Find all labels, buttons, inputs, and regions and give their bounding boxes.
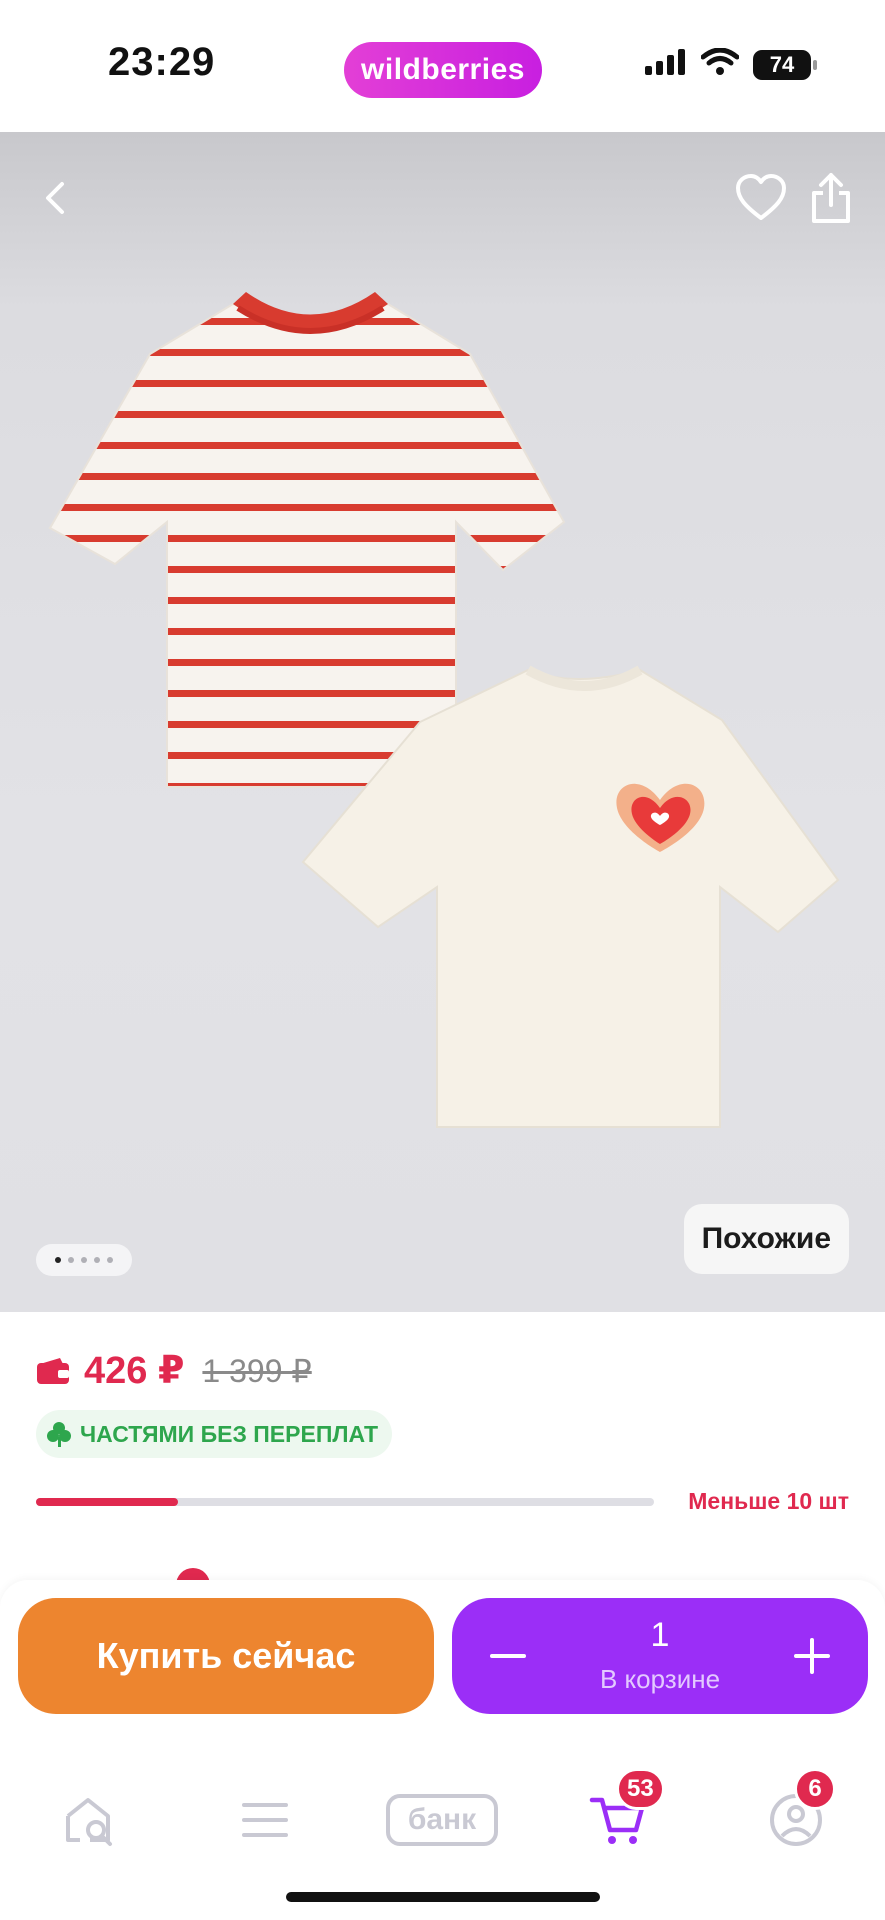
tab-home[interactable] (38, 1770, 138, 1870)
battery-icon: 74 (753, 49, 817, 80)
pagination-dot (81, 1257, 87, 1263)
tab-bank[interactable]: банк (383, 1770, 501, 1870)
product-gallery[interactable]: Похожие (0, 132, 885, 1312)
buy-now-button[interactable]: Купить сейчас (18, 1598, 434, 1714)
home-indicator (286, 1892, 600, 1902)
tab-profile[interactable]: 6 (746, 1768, 846, 1870)
share-button[interactable] (801, 168, 861, 228)
share-icon (812, 173, 850, 223)
price-row: 426 ₽ 1 399 ₽ (36, 1348, 312, 1393)
status-bar: 23:29 wildberries 74 (0, 0, 885, 132)
tab-cart[interactable]: 53 (568, 1768, 668, 1870)
clover-icon (47, 1422, 71, 1447)
profile-notification-badge: 6 (794, 1768, 836, 1810)
action-bar: Купить сейчас 1 В корзине (0, 1580, 885, 1750)
bank-icon: банк (386, 1794, 498, 1846)
cart-count-badge: 53 (616, 1768, 665, 1810)
status-icons: 74 (645, 47, 817, 81)
favorite-button[interactable] (731, 168, 791, 228)
menu-icon (242, 1803, 288, 1837)
gallery-pagination (36, 1244, 132, 1276)
similar-button[interactable]: Похожие (683, 1204, 849, 1274)
current-price: 426 ₽ (84, 1350, 185, 1392)
home-search-icon (66, 1798, 112, 1846)
plus-icon (794, 1638, 830, 1674)
heart-icon (736, 174, 786, 220)
stock-progress (36, 1498, 654, 1506)
brand-logo: wildberries (344, 42, 542, 98)
old-price: 1 399 ₽ (202, 1352, 312, 1389)
cart-quantity-control: 1 В корзине (452, 1598, 868, 1714)
increase-quantity-button[interactable] (782, 1626, 842, 1686)
tab-catalog[interactable] (215, 1770, 315, 1870)
stock-progress-fill (36, 1498, 179, 1506)
installments-badge[interactable]: ЧАСТЯМИ БЕЗ ПЕРЕПЛАТ (36, 1410, 393, 1458)
status-time: 23:29 (108, 40, 216, 84)
pagination-dot (68, 1257, 74, 1263)
stock-label: Меньше 10 шт (688, 1488, 849, 1514)
pagination-dot (107, 1257, 113, 1263)
back-button[interactable] (26, 168, 86, 228)
signal-icon (645, 49, 687, 80)
price-card: 426 ₽ 1 399 ₽ ЧАСТЯМИ БЕЗ ПЕРЕПЛАТ Меньш… (0, 1312, 885, 1538)
tab-bar: банк 53 6 (0, 1750, 885, 1920)
pagination-dot-active (55, 1257, 61, 1263)
back-icon (46, 182, 64, 214)
pagination-dot (94, 1257, 100, 1263)
wifi-icon (700, 47, 740, 81)
wallet-icon (37, 1357, 69, 1384)
product-image (48, 292, 840, 1128)
installments-label: ЧАСТЯМИ БЕЗ ПЕРЕПЛАТ (80, 1420, 379, 1447)
